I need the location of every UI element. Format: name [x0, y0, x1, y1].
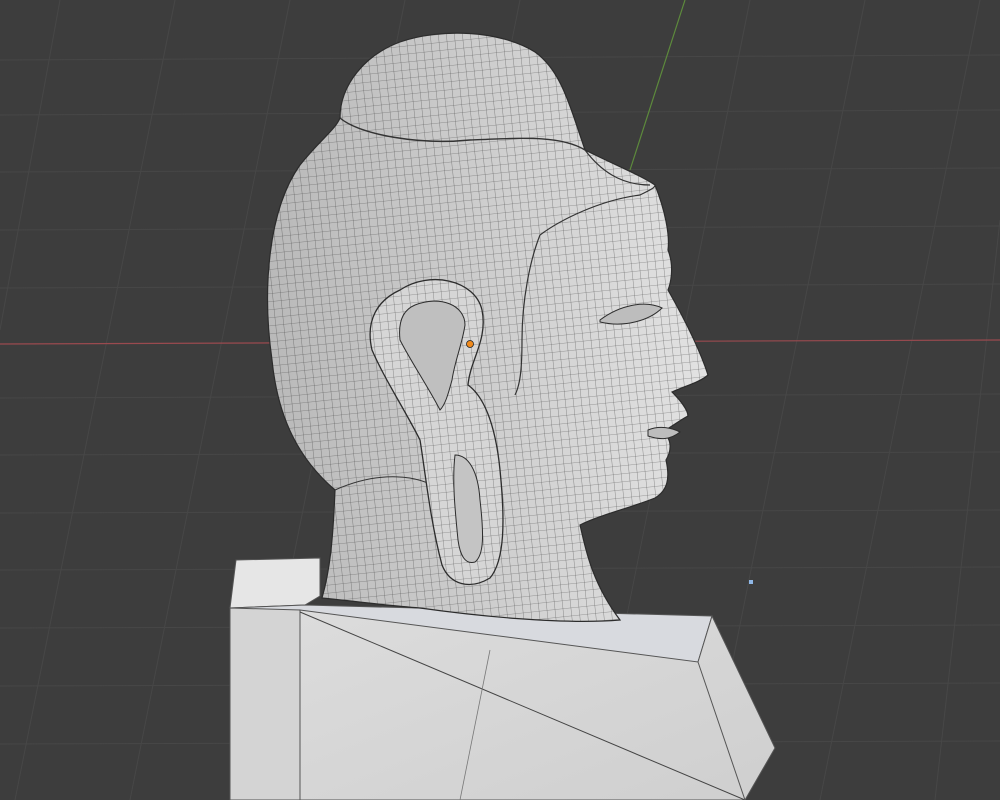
- origin-point-icon[interactable]: [466, 340, 474, 348]
- y-axis-line: [629, 0, 686, 171]
- light-gizmo-icon[interactable]: [749, 580, 753, 584]
- lips-shape: [647, 426, 681, 440]
- 3d-viewport[interactable]: [0, 0, 1000, 800]
- viewport-canvas[interactable]: [0, 0, 1000, 800]
